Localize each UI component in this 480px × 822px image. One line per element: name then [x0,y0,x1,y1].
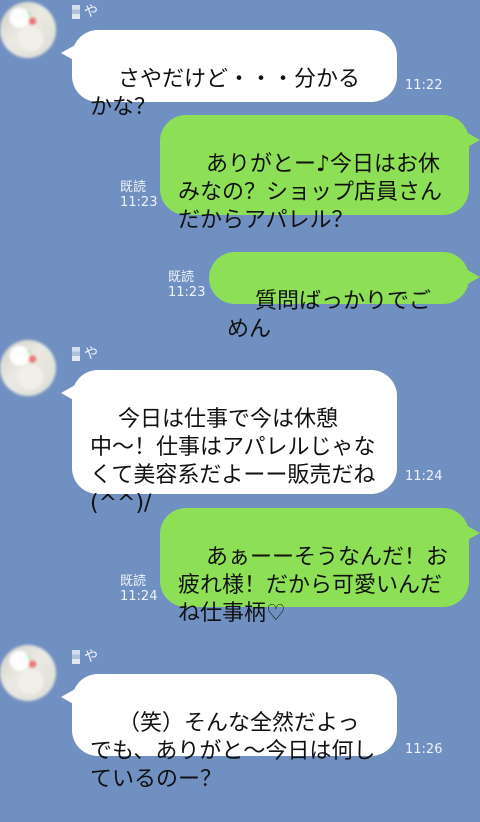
message-time: 11:24 [405,469,443,484]
incoming-message-bubble[interactable]: （笑）そんな全然だよっでも、ありがと〜今日は何しているのー？ [72,674,397,792]
outgoing-message-text: ありがとー♪今日はお休みなの？ショップ店員さんだからアパレル？ [178,152,443,233]
sender-name-text: や [84,4,98,20]
incoming-message-text: さやだけど・・・分かるかな？ [90,67,360,120]
read-status: 既読 [168,270,195,285]
message-time: 11:24 [120,589,158,604]
sender-name-text: や [84,649,98,665]
outgoing-message-bubble[interactable]: あぁーーそうなんだ！お疲れ様！だから可愛いんだね仕事柄♡ [160,508,469,626]
blurred-name-block [72,5,80,19]
read-meta: 既読 11:23 [168,270,205,300]
incoming-message-bubble[interactable]: 今日は仕事で今は休憩中〜！仕事はアパレルじゃなくて美容系だよーー販売だね(^^)… [72,370,397,516]
read-status: 既読 [120,180,147,195]
outgoing-message-text: 質問ばっかりでごめん [227,289,431,342]
blurred-name-block [72,347,80,361]
incoming-message-bubble[interactable]: さやだけど・・・分かるかな？ [72,30,397,120]
sender-name-text: や [84,346,98,362]
sender-name: や [72,648,108,666]
message-time: 11:26 [405,742,443,757]
read-status: 既読 [120,574,147,589]
read-meta: 既読 11:24 [120,574,157,604]
avatar[interactable] [0,2,56,58]
outgoing-message-bubble[interactable]: 質問ばっかりでごめん [209,252,469,342]
avatar[interactable] [0,645,56,701]
outgoing-message-bubble[interactable]: ありがとー♪今日はお休みなの？ショップ店員さんだからアパレル？ [160,115,469,233]
read-meta: 既読 11:23 [120,180,157,210]
blurred-name-block [72,650,80,664]
sender-name: や [72,345,108,363]
message-time: 11:23 [120,195,158,210]
sender-name: や [72,3,108,21]
outgoing-message-text: あぁーーそうなんだ！お疲れ様！だから可愛いんだね仕事柄♡ [178,545,448,626]
incoming-message-text: 今日は仕事で今は休憩中〜！仕事はアパレルじゃなくて美容系だよーー販売だね(^^)… [90,407,376,516]
incoming-message-text: （笑）そんな全然だよっでも、ありがと〜今日は何しているのー？ [90,711,376,792]
chat-screen: や さやだけど・・・分かるかな？ 11:22 既読 11:23 ありがとー♪今日… [0,0,480,792]
message-time: 11:23 [168,285,206,300]
avatar[interactable] [0,340,56,396]
message-time: 11:22 [405,78,443,93]
